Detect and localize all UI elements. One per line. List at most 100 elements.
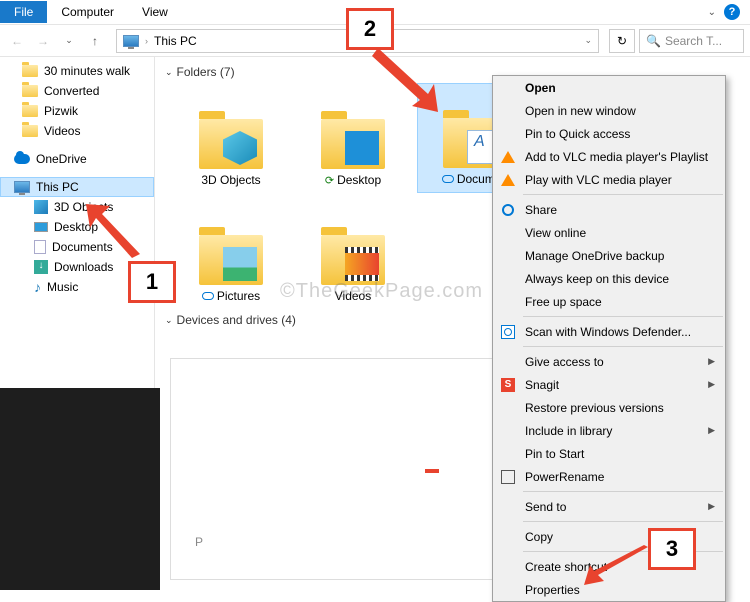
- search-input[interactable]: 🔍 Search T...: [639, 29, 744, 53]
- section-title: Folders (7): [177, 65, 235, 79]
- share-icon: [500, 202, 516, 218]
- music-icon: ♪: [34, 279, 41, 295]
- ctx-label: Share: [525, 203, 557, 217]
- callout-2: 2: [346, 8, 394, 50]
- submenu-arrow-icon: ▶: [708, 379, 715, 390]
- videos-icon: [345, 247, 379, 281]
- ctx-separator: [523, 194, 723, 195]
- menu-computer[interactable]: Computer: [47, 1, 128, 23]
- ctx-separator: [523, 316, 723, 317]
- documents-icon: [34, 240, 46, 254]
- section-title: Devices and drives (4): [177, 313, 296, 327]
- menu-view[interactable]: View: [128, 1, 182, 23]
- folder-label: Videos: [335, 289, 371, 303]
- search-placeholder: Search T...: [665, 34, 722, 48]
- refresh-button[interactable]: ↻: [609, 29, 635, 53]
- sidebar-item-label: This PC: [36, 180, 79, 194]
- ctx-separator: [523, 491, 723, 492]
- ctx-include-library[interactable]: Include in library▶: [493, 419, 725, 442]
- ctx-always-keep[interactable]: Always keep on this device: [493, 267, 725, 290]
- folder-icon: [22, 125, 38, 137]
- sidebar-item-label: Videos: [44, 124, 80, 138]
- snagit-icon: S: [500, 377, 516, 393]
- ctx-vlc-playlist[interactable]: Add to VLC media player's Playlist: [493, 145, 725, 168]
- ctx-restore-versions[interactable]: Restore previous versions: [493, 396, 725, 419]
- forward-button[interactable]: →: [32, 30, 54, 52]
- onedrive-icon: [14, 154, 30, 164]
- ribbon-toggle-icon[interactable]: ⌄: [708, 7, 716, 18]
- ctx-snagit[interactable]: S Snagit ▶: [493, 373, 725, 396]
- rename-icon: [500, 469, 516, 485]
- 3d-objects-icon: [223, 131, 257, 165]
- arrow-2: [372, 46, 442, 116]
- ctx-pin-quick-access[interactable]: Pin to Quick access: [493, 122, 725, 145]
- ctx-give-access[interactable]: Give access to ▶: [493, 350, 725, 373]
- red-mark: [425, 469, 439, 473]
- ctx-label: View online: [525, 226, 586, 240]
- callout-1: 1: [128, 261, 176, 303]
- folder-icon: [22, 65, 38, 77]
- folder-label: Desktop: [337, 173, 381, 187]
- arrow-3: [584, 545, 654, 587]
- sidebar-item-pizwik[interactable]: Pizwik: [0, 101, 154, 121]
- folder-pictures[interactable]: Pictures: [173, 199, 289, 309]
- dark-background-strip: [0, 388, 160, 590]
- ctx-label: Snagit: [525, 378, 559, 392]
- ctx-defender[interactable]: Scan with Windows Defender...: [493, 320, 725, 343]
- vlc-icon: [500, 172, 516, 188]
- ctx-separator: [523, 521, 723, 522]
- desktop-icon: [34, 222, 48, 232]
- ctx-share[interactable]: Share: [493, 198, 725, 221]
- sidebar-item-this-pc[interactable]: This PC: [0, 177, 154, 197]
- collapse-icon: ⌄: [165, 67, 173, 78]
- history-dropdown-icon[interactable]: ⌄: [58, 30, 80, 52]
- folder-3d-objects[interactable]: 3D Objects: [173, 83, 289, 193]
- breadcrumb-sep-icon: ›: [145, 36, 148, 46]
- sidebar-item-onedrive[interactable]: OneDrive: [0, 149, 154, 169]
- submenu-arrow-icon: ▶: [708, 501, 715, 512]
- ctx-label: PowerRename: [525, 470, 604, 484]
- sidebar-item-30-minutes-walk[interactable]: 30 minutes walk: [0, 61, 154, 81]
- pc-icon: [14, 181, 30, 193]
- arrow-1: [86, 204, 146, 264]
- desktop-icon: [345, 131, 379, 165]
- submenu-arrow-icon: ▶: [708, 356, 715, 367]
- sidebar-item-label: OneDrive: [36, 152, 87, 166]
- back-button[interactable]: ←: [6, 30, 28, 52]
- pictures-icon: [223, 247, 257, 281]
- ctx-open[interactable]: Open: [493, 76, 725, 99]
- search-icon: 🔍: [646, 34, 661, 48]
- up-button[interactable]: ↑: [84, 30, 106, 52]
- ctx-label: Pin to Start: [525, 447, 584, 461]
- sidebar-item-videos[interactable]: Videos: [0, 121, 154, 141]
- folder-videos[interactable]: Videos: [295, 199, 411, 309]
- sidebar-item-converted[interactable]: Converted: [0, 81, 154, 101]
- ctx-label: Send to: [525, 500, 566, 514]
- vlc-icon: [500, 149, 516, 165]
- ctx-label: Give access to: [525, 355, 604, 369]
- downloads-icon: ↓: [34, 260, 48, 274]
- ctx-label: Play with VLC media player: [525, 173, 672, 187]
- ctx-open-new-window[interactable]: Open in new window: [493, 99, 725, 122]
- address-dropdown-icon[interactable]: ⌄: [584, 35, 592, 46]
- help-icon[interactable]: ?: [724, 4, 740, 20]
- ctx-vlc-play[interactable]: Play with VLC media player: [493, 168, 725, 191]
- folder-icon: [22, 105, 38, 117]
- context-menu: Open Open in new window Pin to Quick acc…: [492, 75, 726, 602]
- ctx-separator: [523, 346, 723, 347]
- menu-file[interactable]: File: [0, 1, 47, 23]
- ctx-send-to[interactable]: Send to ▶: [493, 495, 725, 518]
- ctx-powerrename[interactable]: PowerRename: [493, 465, 725, 488]
- ctx-pin-start[interactable]: Pin to Start: [493, 442, 725, 465]
- cloud-icon: [202, 292, 214, 300]
- address-location: This PC: [154, 34, 197, 48]
- sidebar-item-label: Converted: [44, 84, 99, 98]
- folder-label: Pictures: [217, 289, 260, 303]
- submenu-arrow-icon: ▶: [708, 425, 715, 436]
- ctx-label: Scan with Windows Defender...: [525, 325, 691, 339]
- panel-letter: P: [195, 535, 203, 549]
- ctx-view-online[interactable]: View online: [493, 221, 725, 244]
- sidebar-item-label: Pizwik: [44, 104, 78, 118]
- ctx-manage-onedrive[interactable]: Manage OneDrive backup: [493, 244, 725, 267]
- ctx-free-space[interactable]: Free up space: [493, 290, 725, 313]
